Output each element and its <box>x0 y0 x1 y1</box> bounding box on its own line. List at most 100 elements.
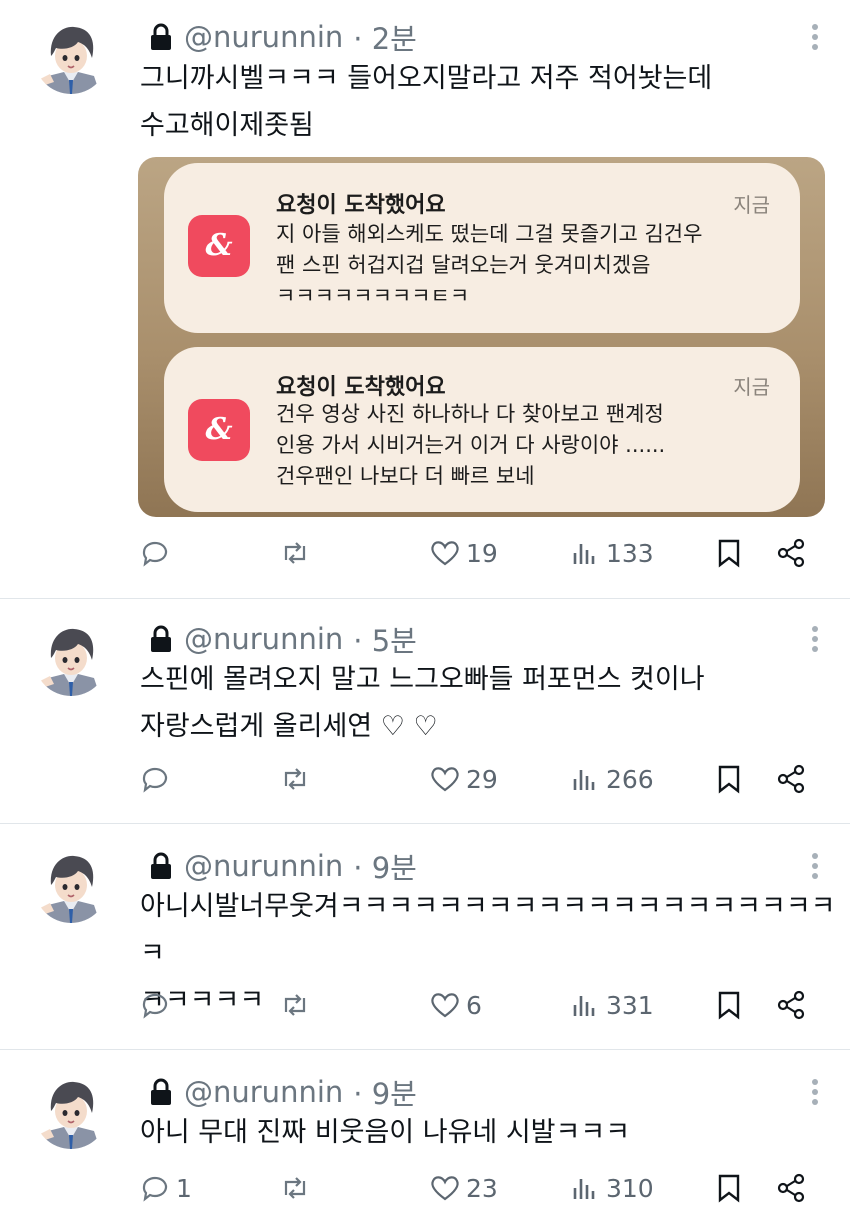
more-icon[interactable] <box>810 1079 820 1109</box>
notification-time: 지금 <box>733 193 770 217</box>
views-button[interactable]: 266 <box>568 762 654 796</box>
like-count: 19 <box>466 538 498 568</box>
avatar[interactable] <box>34 1075 108 1149</box>
bookmark-button[interactable] <box>712 988 746 1022</box>
svg-text:&: & <box>205 228 232 263</box>
reply-icon <box>142 1176 168 1202</box>
tweet-text: 스핀에 몰려오지 말고 느그오빠들 퍼포먼스 컷이나 자랑스럽게 올리세연 ♡ … <box>140 664 705 742</box>
notification-title: 요청이 도착했어요 <box>276 193 446 218</box>
reply-icon <box>142 767 168 793</box>
tweet-header: @nurunnin · 9분 <box>148 1071 417 1113</box>
retweet-icon <box>284 1177 306 1199</box>
share-button[interactable] <box>774 762 808 796</box>
share-button[interactable] <box>774 536 808 570</box>
views-icon <box>573 544 595 564</box>
retweet-button[interactable] <box>278 988 312 1022</box>
like-button[interactable]: 19 <box>428 536 498 570</box>
timestamp[interactable]: · 2분 <box>353 16 417 58</box>
timestamp[interactable]: · 5분 <box>353 618 417 660</box>
handle[interactable]: @nurunnin <box>184 849 343 883</box>
view-count: 310 <box>606 1173 654 1203</box>
bookmark-button[interactable] <box>712 536 746 570</box>
action-bar: 19 133 <box>0 536 850 580</box>
bookmark-icon <box>718 1174 740 1203</box>
notification-time: 지금 <box>733 375 770 399</box>
retweet-button[interactable] <box>278 762 312 796</box>
share-icon <box>777 538 805 568</box>
avatar[interactable] <box>34 20 108 94</box>
views-button[interactable]: 133 <box>568 536 654 570</box>
tweet[interactable]: @nurunnin · 2분 그니까시벨ㅋㅋㅋ 들어오지말라고 저주 적어놧는데… <box>0 0 850 599</box>
reply-button[interactable]: 1 <box>138 1171 192 1205</box>
share-icon <box>777 764 805 794</box>
bookmark-icon <box>718 991 740 1020</box>
notification-body: 건우 영상 사진 하나하나 다 찾아보고 팬계정 인용 가서 시비거는거 이거 … <box>276 402 666 488</box>
bookmark-button[interactable] <box>712 762 746 796</box>
tweet-header: @nurunnin · 2분 <box>148 16 417 58</box>
like-count: 29 <box>466 764 498 794</box>
share-button[interactable] <box>774 988 808 1022</box>
more-icon[interactable] <box>810 853 820 883</box>
views-icon <box>573 996 595 1016</box>
notification-title: 요청이 도착했어요 <box>276 375 446 400</box>
retweet-icon <box>284 542 306 564</box>
avatar[interactable] <box>34 849 108 923</box>
action-bar: 1 23 310 <box>0 1171 850 1215</box>
views-icon <box>573 1179 595 1199</box>
timestamp[interactable]: · 9분 <box>353 845 417 887</box>
attached-image[interactable]: & 요청이 도착했어요 지금 지 아들 해외스케도 떴는데 그걸 못즐기고 김건… <box>138 157 825 517</box>
lock-icon <box>151 625 171 652</box>
tweet[interactable]: @nurunnin · 9분 아니 무대 진짜 비웃음이 나유네 시발ㅋㅋㅋ 1… <box>0 1049 850 1231</box>
views-icon <box>573 770 595 790</box>
heart-icon <box>431 541 459 566</box>
notification-body: 지 아들 해외스케도 떴는데 그걸 못즐기고 김건우 팬 스핀 허겁지겁 달려오… <box>276 222 703 308</box>
reply-button[interactable] <box>138 536 176 570</box>
action-bar: 29 266 <box>0 762 850 806</box>
like-button[interactable]: 23 <box>428 1171 498 1205</box>
lock-icon <box>151 1078 171 1105</box>
reply-button[interactable] <box>138 762 176 796</box>
view-count: 133 <box>606 538 654 568</box>
action-bar: 6 331 <box>0 988 850 1032</box>
more-icon[interactable] <box>810 626 820 656</box>
retweet-icon <box>284 768 306 790</box>
retweet-icon <box>284 994 306 1016</box>
view-count: 331 <box>606 990 654 1020</box>
notification-card: & 요청이 도착했어요 지금 지 아들 해외스케도 떴는데 그걸 못즐기고 김건… <box>164 163 800 333</box>
tweet[interactable]: @nurunnin · 9분 아니시발너무웃겨ㅋㅋㅋㅋㅋㅋㅋㅋㅋㅋㅋㅋㅋㅋㅋㅋㅋ… <box>0 823 850 1050</box>
handle[interactable]: @nurunnin <box>184 1075 343 1109</box>
handle[interactable]: @nurunnin <box>184 622 343 656</box>
views-button[interactable]: 310 <box>568 1171 654 1205</box>
tweet-text: 아니 무대 진짜 비웃음이 나유네 시발ㅋㅋㅋ <box>140 1117 631 1148</box>
lock-icon <box>151 23 171 50</box>
like-button[interactable]: 6 <box>428 988 482 1022</box>
view-count: 266 <box>606 764 654 794</box>
retweet-button[interactable] <box>278 536 312 570</box>
tweet[interactable]: @nurunnin · 5분 스핀에 몰려오지 말고 느그오빠들 퍼포먼스 컷이… <box>0 598 850 824</box>
like-button[interactable]: 29 <box>428 762 498 796</box>
tweet-header: @nurunnin · 5분 <box>148 618 417 660</box>
reply-icon <box>142 541 168 567</box>
avatar[interactable] <box>34 622 108 696</box>
retweet-button[interactable] <box>278 1171 312 1205</box>
bookmark-button[interactable] <box>712 1171 746 1205</box>
share-icon <box>777 990 805 1020</box>
share-button[interactable] <box>774 1171 808 1205</box>
views-button[interactable]: 331 <box>568 988 654 1022</box>
reply-icon <box>142 993 168 1019</box>
like-count: 23 <box>466 1173 498 1203</box>
more-icon[interactable] <box>810 24 820 54</box>
lock-icon <box>151 852 171 879</box>
handle[interactable]: @nurunnin <box>184 20 343 54</box>
timestamp[interactable]: · 9분 <box>353 1071 417 1113</box>
reply-button[interactable] <box>138 988 176 1022</box>
notification-card: & 요청이 도착했어요 지금 건우 영상 사진 하나하나 다 찾아보고 팬계정 … <box>164 347 800 512</box>
bookmark-icon <box>718 539 740 568</box>
heart-icon <box>431 767 459 792</box>
share-icon <box>777 1173 805 1203</box>
tweet-header: @nurunnin · 9분 <box>148 845 417 887</box>
tweet-text: 그니까시벨ㅋㅋㅋ 들어오지말라고 저주 적어놧는데 수고해이제좃됨 <box>140 63 713 141</box>
heart-icon <box>431 993 459 1018</box>
heart-icon <box>431 1176 459 1201</box>
app-logo-icon: & <box>188 399 250 461</box>
